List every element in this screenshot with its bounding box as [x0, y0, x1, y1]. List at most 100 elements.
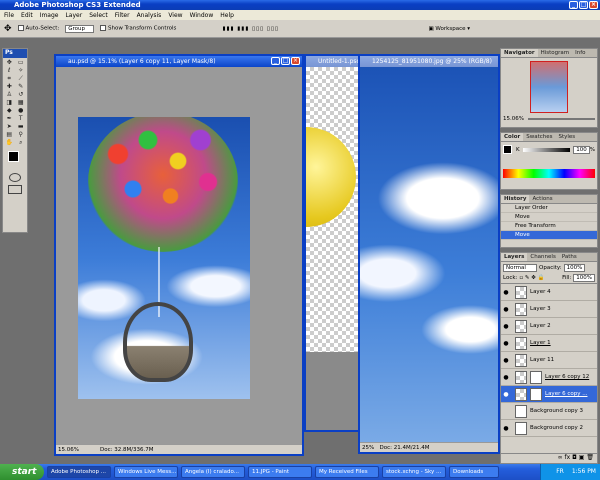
- menu-select[interactable]: Select: [89, 12, 108, 19]
- layer-row[interactable]: ● Layer 4: [501, 284, 597, 301]
- stamp-tool-icon[interactable]: ♙: [4, 91, 15, 98]
- start-button[interactable]: start: [0, 464, 44, 480]
- align-icons[interactable]: ▮▮▮ ▮▮▮ ▯▯▯ ▯▯▯: [222, 26, 279, 32]
- screen-mode-icon[interactable]: [8, 185, 22, 194]
- navigator-preview[interactable]: [530, 61, 568, 113]
- layer-row[interactable]: ● Layer 1: [501, 335, 597, 352]
- history-item[interactable]: Layer Order: [501, 204, 597, 213]
- zoom-tool-icon[interactable]: ⌕: [16, 139, 27, 146]
- link-layers-icon[interactable]: ∞: [558, 454, 563, 461]
- canvas-area[interactable]: [56, 67, 302, 444]
- navigator-zoom[interactable]: 15.06%: [503, 116, 524, 122]
- eyedropper-icon[interactable]: ⚲: [16, 131, 27, 138]
- visibility-eye-icon[interactable]: ●: [501, 357, 511, 364]
- visibility-eye-icon[interactable]: ●: [501, 289, 511, 296]
- zoom-slider[interactable]: [527, 118, 595, 120]
- shape-tool-icon[interactable]: ▬: [16, 123, 27, 130]
- taskbar-item[interactable]: My Received Files: [315, 466, 379, 478]
- history-brush-icon[interactable]: ↺: [16, 91, 27, 98]
- auto-select-dropdown[interactable]: Group: [65, 24, 94, 33]
- close-button[interactable]: ×: [589, 1, 598, 9]
- show-transform-checkbox[interactable]: Show Transform Controls: [99, 25, 176, 32]
- history-item-selected[interactable]: Move: [501, 231, 597, 240]
- fg-color-chip[interactable]: [503, 145, 512, 154]
- tab-swatches[interactable]: Swatches: [523, 133, 555, 141]
- layer-mask-thumbnail[interactable]: [530, 387, 542, 401]
- layer-row[interactable]: Background copy 3: [501, 403, 597, 420]
- quick-mask-icon[interactable]: [9, 173, 21, 182]
- menu-help[interactable]: Help: [220, 12, 234, 19]
- lasso-tool-icon[interactable]: ℓ: [4, 67, 15, 74]
- document-window-jpg[interactable]: 1254125_81951080.jpg @ 25% (RGB/8) 25% D…: [358, 54, 500, 454]
- magic-wand-icon[interactable]: ✧: [16, 67, 27, 74]
- move-tool-icon[interactable]: ✥: [4, 59, 15, 66]
- path-select-icon[interactable]: ➤: [4, 123, 15, 130]
- opacity-input[interactable]: 100%: [563, 263, 586, 272]
- auto-select-checkbox[interactable]: Auto-Select:: [17, 25, 59, 32]
- move-tool-icon[interactable]: ✥: [4, 24, 12, 34]
- eraser-tool-icon[interactable]: ◨: [4, 99, 15, 106]
- gradient-tool-icon[interactable]: ▦: [16, 99, 27, 106]
- tab-histogram[interactable]: Histogram: [538, 49, 573, 57]
- canvas-transparent[interactable]: [306, 67, 358, 352]
- pen-tool-icon[interactable]: ✒: [4, 115, 15, 122]
- visibility-eye-icon[interactable]: ●: [501, 323, 511, 330]
- visibility-eye-icon[interactable]: ●: [501, 391, 511, 398]
- language-indicator[interactable]: FR: [556, 468, 564, 475]
- tab-channels[interactable]: Channels: [527, 253, 558, 261]
- maximize-button[interactable]: □: [579, 1, 588, 9]
- clock[interactable]: 1:56 PM: [572, 468, 596, 475]
- blend-mode-dropdown[interactable]: Normal: [503, 263, 537, 272]
- foreground-color[interactable]: [8, 151, 19, 162]
- tab-navigator[interactable]: Navigator: [501, 49, 538, 57]
- k-value[interactable]: 100: [573, 145, 590, 154]
- mask-icon[interactable]: ◘: [572, 454, 577, 461]
- taskbar-item[interactable]: Angela (I) cralado...: [181, 466, 245, 478]
- menu-filter[interactable]: Filter: [115, 12, 130, 19]
- menu-analysis[interactable]: Analysis: [137, 12, 162, 19]
- layer-row[interactable]: ● Layer 2: [501, 318, 597, 335]
- workspace-button[interactable]: ▣ Workspace ▾: [428, 26, 470, 32]
- layer-row[interactable]: ● Layer 11: [501, 352, 597, 369]
- document-window-au[interactable]: au.psd @ 15.1% (Layer 6 copy 11, Layer M…: [54, 54, 304, 456]
- marquee-tool-icon[interactable]: ▭: [16, 59, 27, 66]
- taskbar-item[interactable]: Windows Live Mess...: [114, 466, 178, 478]
- taskbar-item[interactable]: Adobe Photoshop ...: [47, 466, 111, 478]
- fill-input[interactable]: 100%: [573, 274, 595, 282]
- visibility-eye-icon[interactable]: ●: [501, 340, 511, 347]
- layer-row[interactable]: ● Background copy 2: [501, 420, 597, 437]
- doc-close-button[interactable]: ×: [291, 57, 300, 65]
- dodge-tool-icon[interactable]: ●: [16, 107, 27, 114]
- crop-tool-icon[interactable]: ⌗: [4, 75, 15, 82]
- healing-brush-icon[interactable]: ✚: [4, 83, 15, 90]
- canvas-image[interactable]: [78, 117, 250, 399]
- document-window-untitled[interactable]: Untitled-1.psd @: [304, 54, 360, 432]
- zoom-level[interactable]: 15.06%: [58, 447, 79, 453]
- doc-maximize-button[interactable]: □: [281, 57, 290, 65]
- menu-file[interactable]: File: [4, 12, 14, 19]
- menu-view[interactable]: View: [168, 12, 182, 19]
- history-item[interactable]: Free Transform: [501, 222, 597, 231]
- tab-layers[interactable]: Layers: [501, 253, 528, 261]
- layer-row[interactable]: ● Layer 6 copy 12: [501, 369, 597, 386]
- history-item[interactable]: Move: [501, 213, 597, 222]
- visibility-eye-icon[interactable]: ●: [501, 374, 511, 381]
- blur-tool-icon[interactable]: ◆: [4, 107, 15, 114]
- zoom-level[interactable]: 25%: [362, 445, 374, 451]
- slice-tool-icon[interactable]: ⟋: [16, 75, 27, 82]
- canvas-sky[interactable]: [360, 67, 498, 442]
- menu-window[interactable]: Window: [190, 12, 214, 19]
- new-layer-icon[interactable]: ▣: [579, 454, 585, 461]
- menu-image[interactable]: Image: [40, 12, 59, 19]
- taskbar-item[interactable]: 11.JPG - Paint: [248, 466, 312, 478]
- color-swatches[interactable]: [5, 149, 25, 171]
- menu-layer[interactable]: Layer: [65, 12, 82, 19]
- visibility-eye-icon[interactable]: ●: [501, 306, 511, 313]
- tab-color[interactable]: Color: [501, 133, 524, 141]
- taskbar-item[interactable]: stock.xchng - Sky ...: [382, 466, 446, 478]
- layer-row-selected[interactable]: ● Layer 6 copy ...: [501, 386, 597, 403]
- tab-paths[interactable]: Paths: [559, 253, 580, 261]
- taskbar-item[interactable]: Downloads: [449, 466, 499, 478]
- brush-tool-icon[interactable]: ✎: [16, 83, 27, 90]
- menu-edit[interactable]: Edit: [21, 12, 33, 19]
